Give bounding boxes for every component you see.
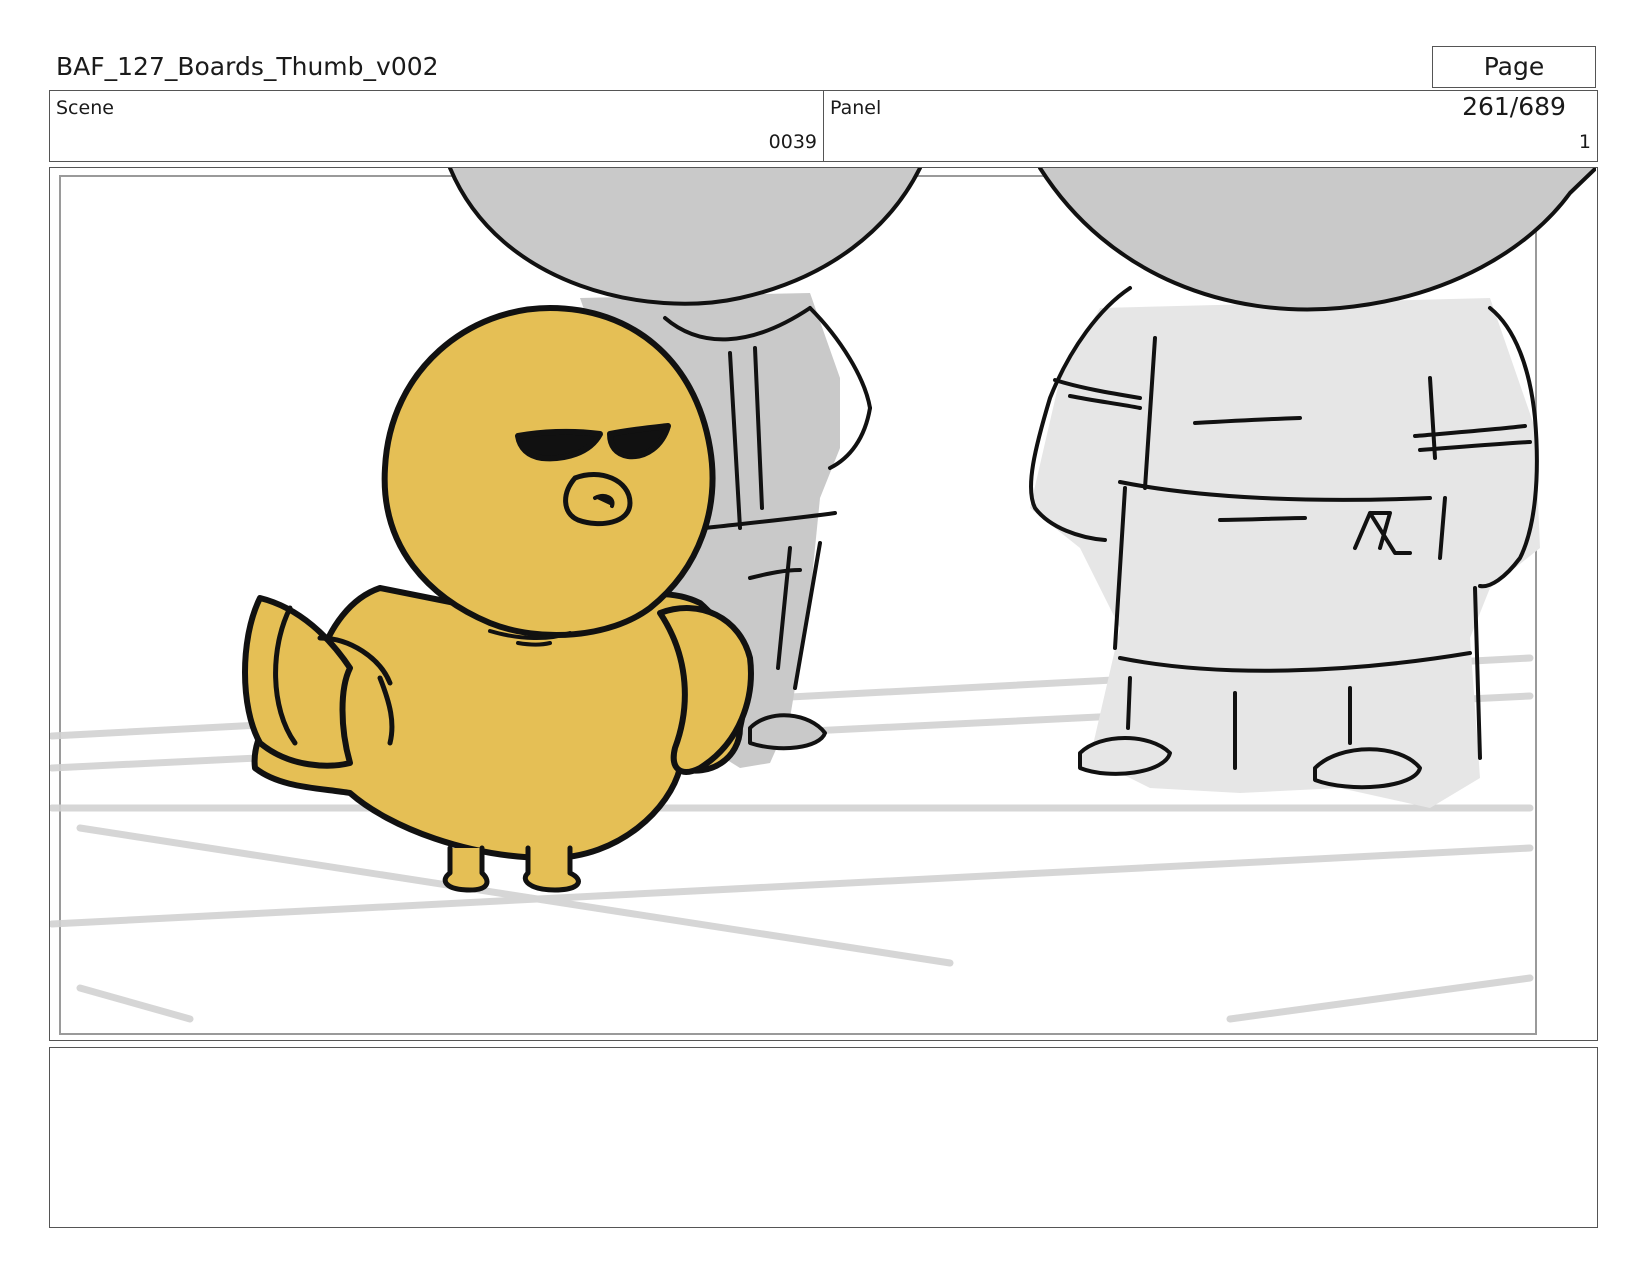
page-indicator: Page 261/689	[1432, 46, 1596, 121]
storyboard-panel	[49, 167, 1598, 1041]
panel-label: Panel	[830, 97, 882, 119]
left-character-head	[448, 168, 922, 306]
duck-head	[381, 305, 716, 638]
gray-character-right	[1028, 168, 1596, 808]
right-character-head	[1038, 168, 1596, 312]
scene-number: 0039	[768, 131, 817, 153]
duck-right-foot	[522, 845, 581, 893]
right-character-body	[1030, 298, 1540, 808]
document-title: BAF_127_Boards_Thumb_v002	[56, 52, 439, 81]
storyboard-drawing	[50, 168, 1596, 1035]
info-row: Scene 0039 Panel 1	[49, 90, 1598, 162]
panel-number: 1	[1578, 131, 1591, 153]
scene-label: Scene	[56, 97, 114, 119]
notes-box	[49, 1047, 1598, 1228]
duck-left-foot	[442, 845, 490, 893]
yellow-duck	[242, 305, 754, 893]
panel-cell: Panel 1	[823, 91, 1597, 161]
scene-cell: Scene 0039	[50, 91, 823, 161]
